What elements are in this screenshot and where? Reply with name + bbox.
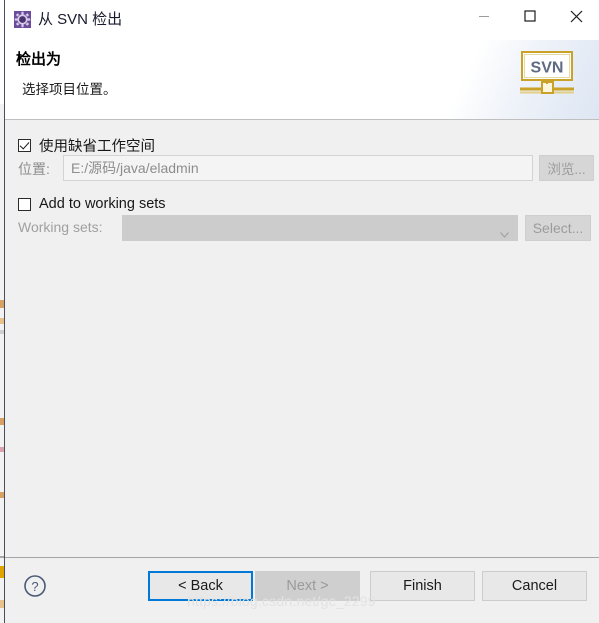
title-bar[interactable]: 从 SVN 检出: [5, 0, 599, 40]
location-input[interactable]: [63, 155, 533, 181]
svg-text:SVN: SVN: [531, 60, 564, 77]
use-default-workspace-label: 使用缺省工作空间: [39, 139, 155, 155]
use-default-workspace-checkbox[interactable]: [18, 139, 31, 152]
wizard-header: 检出为 选择项目位置。 SVN: [5, 40, 599, 120]
wizard-footer: ? < Back Next > Finish Cancel https://bl…: [5, 557, 599, 623]
chevron-down-icon: [500, 225, 509, 238]
add-to-working-sets-checkbox-row[interactable]: Add to working sets: [18, 196, 166, 212]
back-button[interactable]: < Back: [148, 571, 253, 601]
location-row: 位置: 浏览...: [5, 155, 599, 181]
help-icon[interactable]: ?: [23, 574, 47, 598]
finish-button[interactable]: Finish: [370, 571, 475, 601]
checkout-from-svn-dialog: 从 SVN 检出 检出为 选择项目位置。 SVN 使用缺省工作空间 位置: E:…: [4, 0, 599, 623]
working-sets-row: Working sets: Select...: [5, 215, 599, 241]
use-default-workspace-checkbox-row[interactable]: 使用缺省工作空间: [18, 135, 155, 156]
wizard-body: 使用缺省工作空间 位置: 浏览... Add to working sets W…: [5, 120, 599, 557]
svn-banner-logo: SVN: [519, 50, 575, 97]
add-to-working-sets-label: Add to working sets: [39, 196, 166, 212]
close-icon[interactable]: [553, 0, 599, 32]
page-title: 检出为: [16, 51, 62, 68]
maximize-icon[interactable]: [507, 0, 553, 32]
next-button[interactable]: Next >: [255, 571, 360, 601]
working-sets-label: Working sets:: [18, 219, 103, 235]
add-to-working-sets-checkbox[interactable]: [18, 197, 31, 211]
select-working-sets-button[interactable]: Select...: [525, 215, 591, 241]
working-sets-combo[interactable]: [122, 215, 518, 241]
browse-button[interactable]: 浏览...: [539, 155, 594, 181]
cancel-button[interactable]: Cancel: [482, 571, 587, 601]
svn-repository-icon: [14, 11, 31, 28]
window-title: 从 SVN 检出: [38, 11, 123, 28]
page-subtitle: 选择项目位置。: [22, 82, 117, 97]
location-label: 位置:: [18, 161, 50, 177]
svg-text:?: ?: [31, 579, 38, 594]
minimize-icon[interactable]: [461, 0, 507, 32]
